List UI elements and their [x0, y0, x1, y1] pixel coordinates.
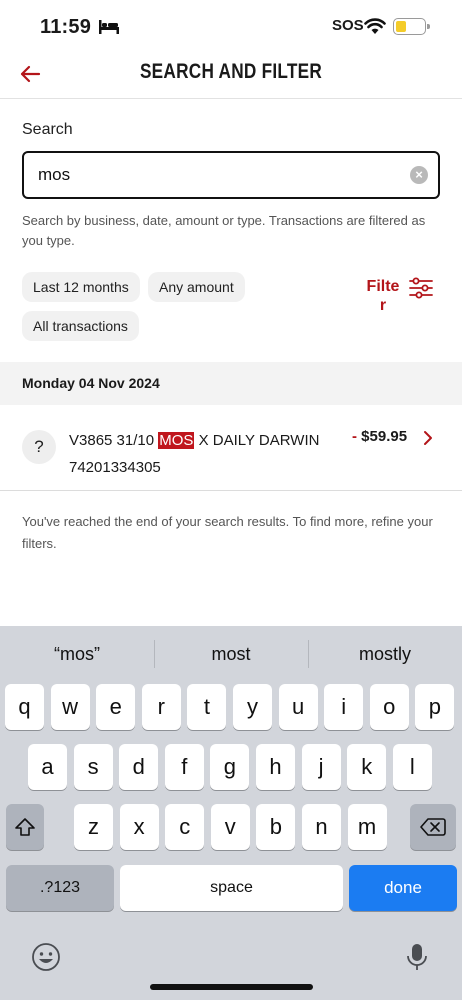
chip-date-range[interactable]: Last 12 months	[22, 272, 140, 302]
numbers-key[interactable]: .?123	[6, 865, 114, 911]
key-o[interactable]: o	[369, 684, 409, 730]
wifi-icon	[364, 18, 386, 34]
search-helper-text: Search by business, date, amount or type…	[22, 213, 426, 248]
amount-sign: -	[352, 428, 362, 445]
suggestion-literal[interactable]: “mos”	[0, 626, 154, 682]
key-i[interactable]: i	[324, 684, 364, 730]
key-j[interactable]: j	[301, 744, 341, 790]
key-v[interactable]: v	[210, 804, 250, 850]
date-header-text: Monday 04 Nov 2024	[22, 375, 160, 391]
key-a[interactable]: a	[28, 744, 67, 790]
key-m[interactable]: m	[347, 804, 387, 850]
backspace-key[interactable]	[410, 804, 456, 850]
key-p[interactable]: p	[415, 684, 455, 730]
chip-transaction-type[interactable]: All transactions	[22, 311, 139, 341]
unknown-merchant-icon: ?	[22, 430, 56, 464]
backspace-icon	[420, 818, 446, 836]
shift-key[interactable]	[6, 804, 44, 850]
end-of-results-message: You've reached the end of your search re…	[22, 514, 433, 551]
key-e[interactable]: e	[96, 684, 136, 730]
key-k[interactable]: k	[347, 744, 387, 790]
suggestion-most[interactable]: most	[154, 626, 308, 682]
key-n[interactable]: n	[302, 804, 341, 850]
done-key[interactable]: done	[349, 865, 457, 911]
suggestion-mostly[interactable]: mostly	[308, 626, 462, 682]
key-q[interactable]: q	[5, 684, 44, 730]
back-arrow-icon[interactable]	[18, 62, 42, 86]
transaction-amount: - $59.95	[352, 428, 407, 445]
status-bar: 11:59 SOS	[0, 0, 462, 56]
keyboard: “mos” most mostly qwertyuiop asdfghjkl z…	[0, 626, 462, 1000]
home-indicator	[150, 984, 313, 990]
sos-indicator: SOS	[332, 17, 364, 34]
key-l[interactable]: l	[392, 744, 432, 790]
date-section-header: Monday 04 Nov 2024	[0, 362, 462, 405]
key-w[interactable]: w	[50, 684, 90, 730]
key-b[interactable]: b	[256, 804, 296, 850]
key-s[interactable]: s	[73, 744, 113, 790]
key-x[interactable]: x	[119, 804, 159, 850]
microphone-icon[interactable]	[402, 942, 432, 972]
key-g[interactable]: g	[210, 744, 250, 790]
filter-sliders-icon[interactable]	[408, 277, 434, 299]
key-h[interactable]: h	[256, 744, 295, 790]
page-title: SEARCH AND FILTER	[139, 60, 323, 83]
battery-icon	[393, 18, 430, 35]
key-r[interactable]: r	[141, 684, 181, 730]
filter-button-label[interactable]: Filter	[364, 277, 402, 315]
chip-amount[interactable]: Any amount	[148, 272, 245, 302]
key-f[interactable]: f	[164, 744, 204, 790]
key-y[interactable]: y	[233, 684, 272, 730]
chevron-right-icon	[424, 431, 432, 445]
key-c[interactable]: c	[165, 804, 205, 850]
space-key[interactable]: space	[120, 865, 343, 911]
sleep-focus-icon	[99, 20, 119, 34]
key-u[interactable]: u	[278, 684, 318, 730]
status-time: 11:59	[40, 16, 92, 38]
key-z[interactable]: z	[74, 804, 113, 850]
shift-arrow-icon	[15, 818, 35, 836]
key-d[interactable]: d	[119, 744, 159, 790]
key-t[interactable]: t	[187, 684, 227, 730]
emoji-icon[interactable]	[31, 942, 61, 972]
search-input[interactable]	[38, 163, 398, 187]
page-header: SEARCH AND FILTER	[0, 56, 462, 99]
transaction-row[interactable]: ? V3865 31/10 MOS X DAILY DARWIN 7420133…	[0, 405, 462, 491]
search-field[interactable]: ×	[22, 151, 440, 199]
clear-search-icon[interactable]: ×	[410, 166, 428, 184]
transaction-description: V3865 31/10 MOS X DAILY DARWIN 742013343…	[69, 427, 329, 481]
search-label: Search	[22, 121, 73, 138]
search-match-highlight: MOS	[158, 432, 195, 449]
amount-value: $59.95	[361, 428, 408, 445]
description-prefix: V3865 31/10	[69, 432, 159, 449]
